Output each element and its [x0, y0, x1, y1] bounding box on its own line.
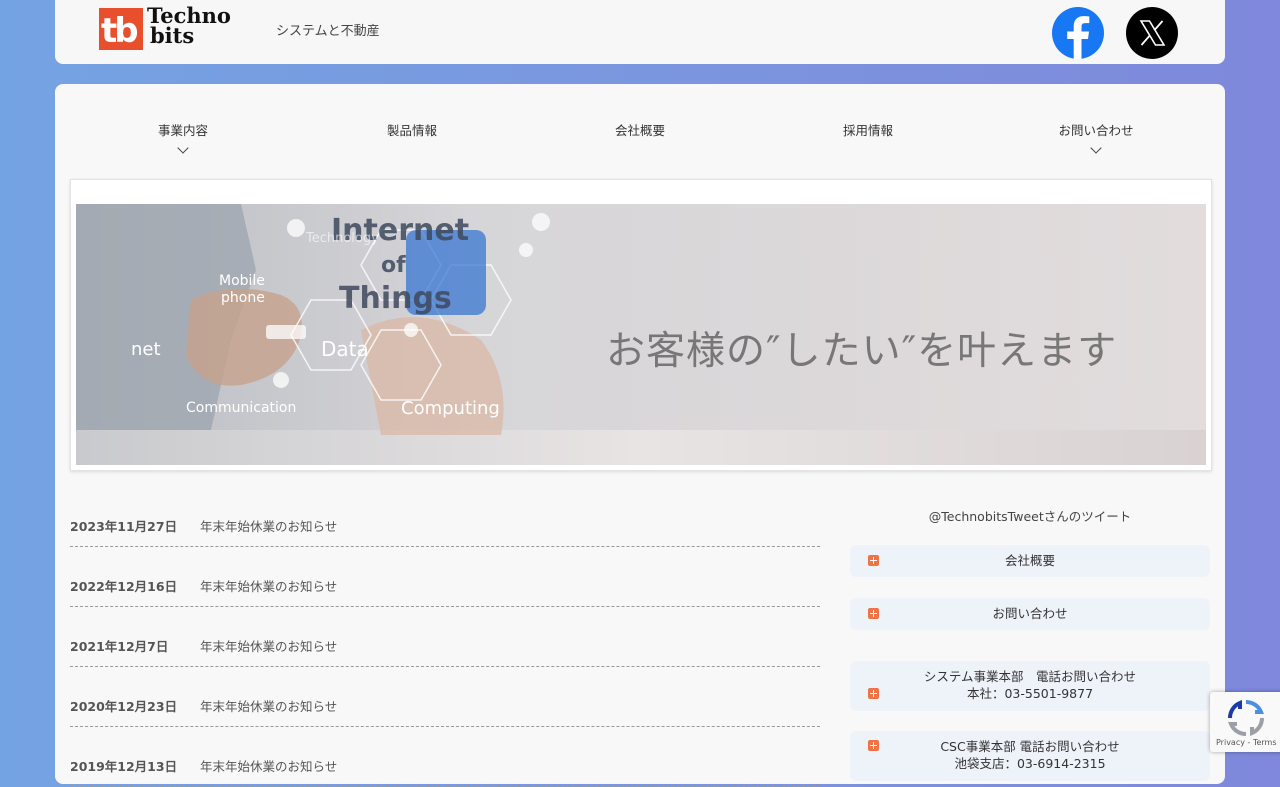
facebook-icon	[1067, 16, 1090, 59]
recaptcha-badge[interactable]: Privacy - Terms	[1210, 692, 1280, 752]
sidebar-link-contact[interactable]: お問い合わせ	[850, 598, 1210, 630]
svg-text:Things: Things	[339, 281, 452, 316]
plus-icon	[868, 688, 879, 699]
news-title-link[interactable]: 年末年始休業のお知らせ	[200, 576, 337, 595]
news-item: 2022年12月16日 年末年始休業のお知らせ	[70, 547, 820, 607]
svg-text:Computing: Computing	[401, 398, 500, 419]
nav-label: お問い合わせ	[1058, 123, 1134, 138]
sidebar-link-system-phone[interactable]: システム事業本部 電話お問い合わせ 本社：03-5501-9877	[850, 661, 1210, 711]
nav-label: 会社概要	[614, 123, 665, 138]
nav-label: 採用情報	[842, 123, 893, 138]
news-item: 2020年12月23日 年末年始休業のお知らせ	[70, 667, 820, 727]
hero-banner: Internet of Things Mobile phone net Data…	[70, 179, 1212, 471]
svg-text:tb: tb	[101, 11, 137, 50]
logo-line-2: bits	[150, 23, 195, 48]
news-date: 2023年11月27日	[70, 519, 178, 534]
news-title-link[interactable]: 年末年始休業のお知らせ	[200, 636, 337, 655]
chevron-down-icon	[177, 142, 189, 154]
sidebar-link-label: CSC事業本部 電話お問い合わせ	[940, 739, 1120, 754]
news-item: 2021年12月7日 年末年始休業のお知らせ	[70, 607, 820, 667]
nav-item-services[interactable]: 事業内容	[103, 120, 263, 154]
news-date: 2021年12月7日	[70, 639, 169, 654]
site-logo[interactable]: tb Techno bits	[99, 5, 234, 52]
recaptcha-icon	[1227, 699, 1265, 737]
sidebar-link-label: 会社概要	[1004, 553, 1055, 568]
sidebar-link-phone: 本社：03-5501-9877	[966, 686, 1094, 701]
news-date: 2020年12月23日	[70, 699, 178, 714]
plus-icon	[868, 608, 879, 619]
sidebar-link-phone: 池袋支店：03-6914-2315	[954, 756, 1106, 771]
nav-item-contact[interactable]: お問い合わせ	[1016, 120, 1176, 154]
news-item: 2023年11月27日 年末年始休業のお知らせ	[70, 512, 820, 547]
svg-text:net: net	[131, 339, 161, 360]
sidebar-link-label: システム事業本部 電話お問い合わせ	[923, 669, 1137, 684]
plus-icon	[868, 555, 879, 566]
global-nav: 事業内容 製品情報 会社概要 採用情報 お問い合わせ	[55, 120, 1225, 160]
logo-mark-icon: tb	[99, 8, 143, 50]
x-link[interactable]	[1126, 7, 1178, 59]
hero-headline: お客様の″したい″を叶えます	[606, 329, 1118, 374]
nav-label: 製品情報	[386, 123, 437, 138]
site-tagline: システムと不動産	[276, 24, 380, 39]
svg-text:Data: Data	[321, 337, 369, 361]
news-date: 2022年12月16日	[70, 579, 178, 594]
news-item: 2019年12月13日 年末年始休業のお知らせ	[70, 727, 820, 787]
nav-label: 事業内容	[157, 123, 208, 138]
facebook-link[interactable]	[1052, 7, 1104, 59]
news-title-link[interactable]: 年末年始休業のお知らせ	[200, 516, 337, 535]
recaptcha-links[interactable]: Privacy - Terms	[1216, 738, 1277, 747]
nav-item-recruit[interactable]: 採用情報	[788, 120, 948, 139]
plus-icon	[868, 740, 879, 751]
sidebar-link-company[interactable]: 会社概要	[850, 545, 1210, 577]
nav-item-company[interactable]: 会社概要	[560, 120, 720, 139]
site-header: tb Techno bits システムと不動産	[55, 0, 1225, 64]
svg-text:Mobile: Mobile	[219, 273, 265, 289]
sidebar-link-label: お問い合わせ	[992, 606, 1068, 621]
news-list: 2023年11月27日 年末年始休業のお知らせ 2022年12月16日 年末年始…	[70, 512, 820, 787]
svg-text:Communication: Communication	[186, 400, 296, 416]
svg-text:phone: phone	[221, 290, 265, 306]
x-icon	[1139, 20, 1166, 46]
svg-text:of: of	[381, 253, 406, 278]
svg-text:Technology: Technology	[305, 231, 379, 246]
main-panel: 事業内容 製品情報 会社概要 採用情報 お問い合わせ Internet of T…	[55, 84, 1225, 787]
logo-text: Techno bits	[147, 5, 231, 48]
news-title-link[interactable]: 年末年始休業のお知らせ	[200, 696, 337, 715]
sidebar-link-csc-phone[interactable]: CSC事業本部 電話お問い合わせ 池袋支店：03-6914-2315	[850, 731, 1210, 781]
chevron-down-icon	[1090, 142, 1102, 154]
sidebar: @TechnobitsTweetさんのツイート 会社概要 お問い合わせ システム…	[850, 509, 1210, 781]
nav-item-products[interactable]: 製品情報	[332, 120, 492, 139]
twitter-timeline-link[interactable]: @TechnobitsTweetさんのツイート	[850, 509, 1210, 539]
